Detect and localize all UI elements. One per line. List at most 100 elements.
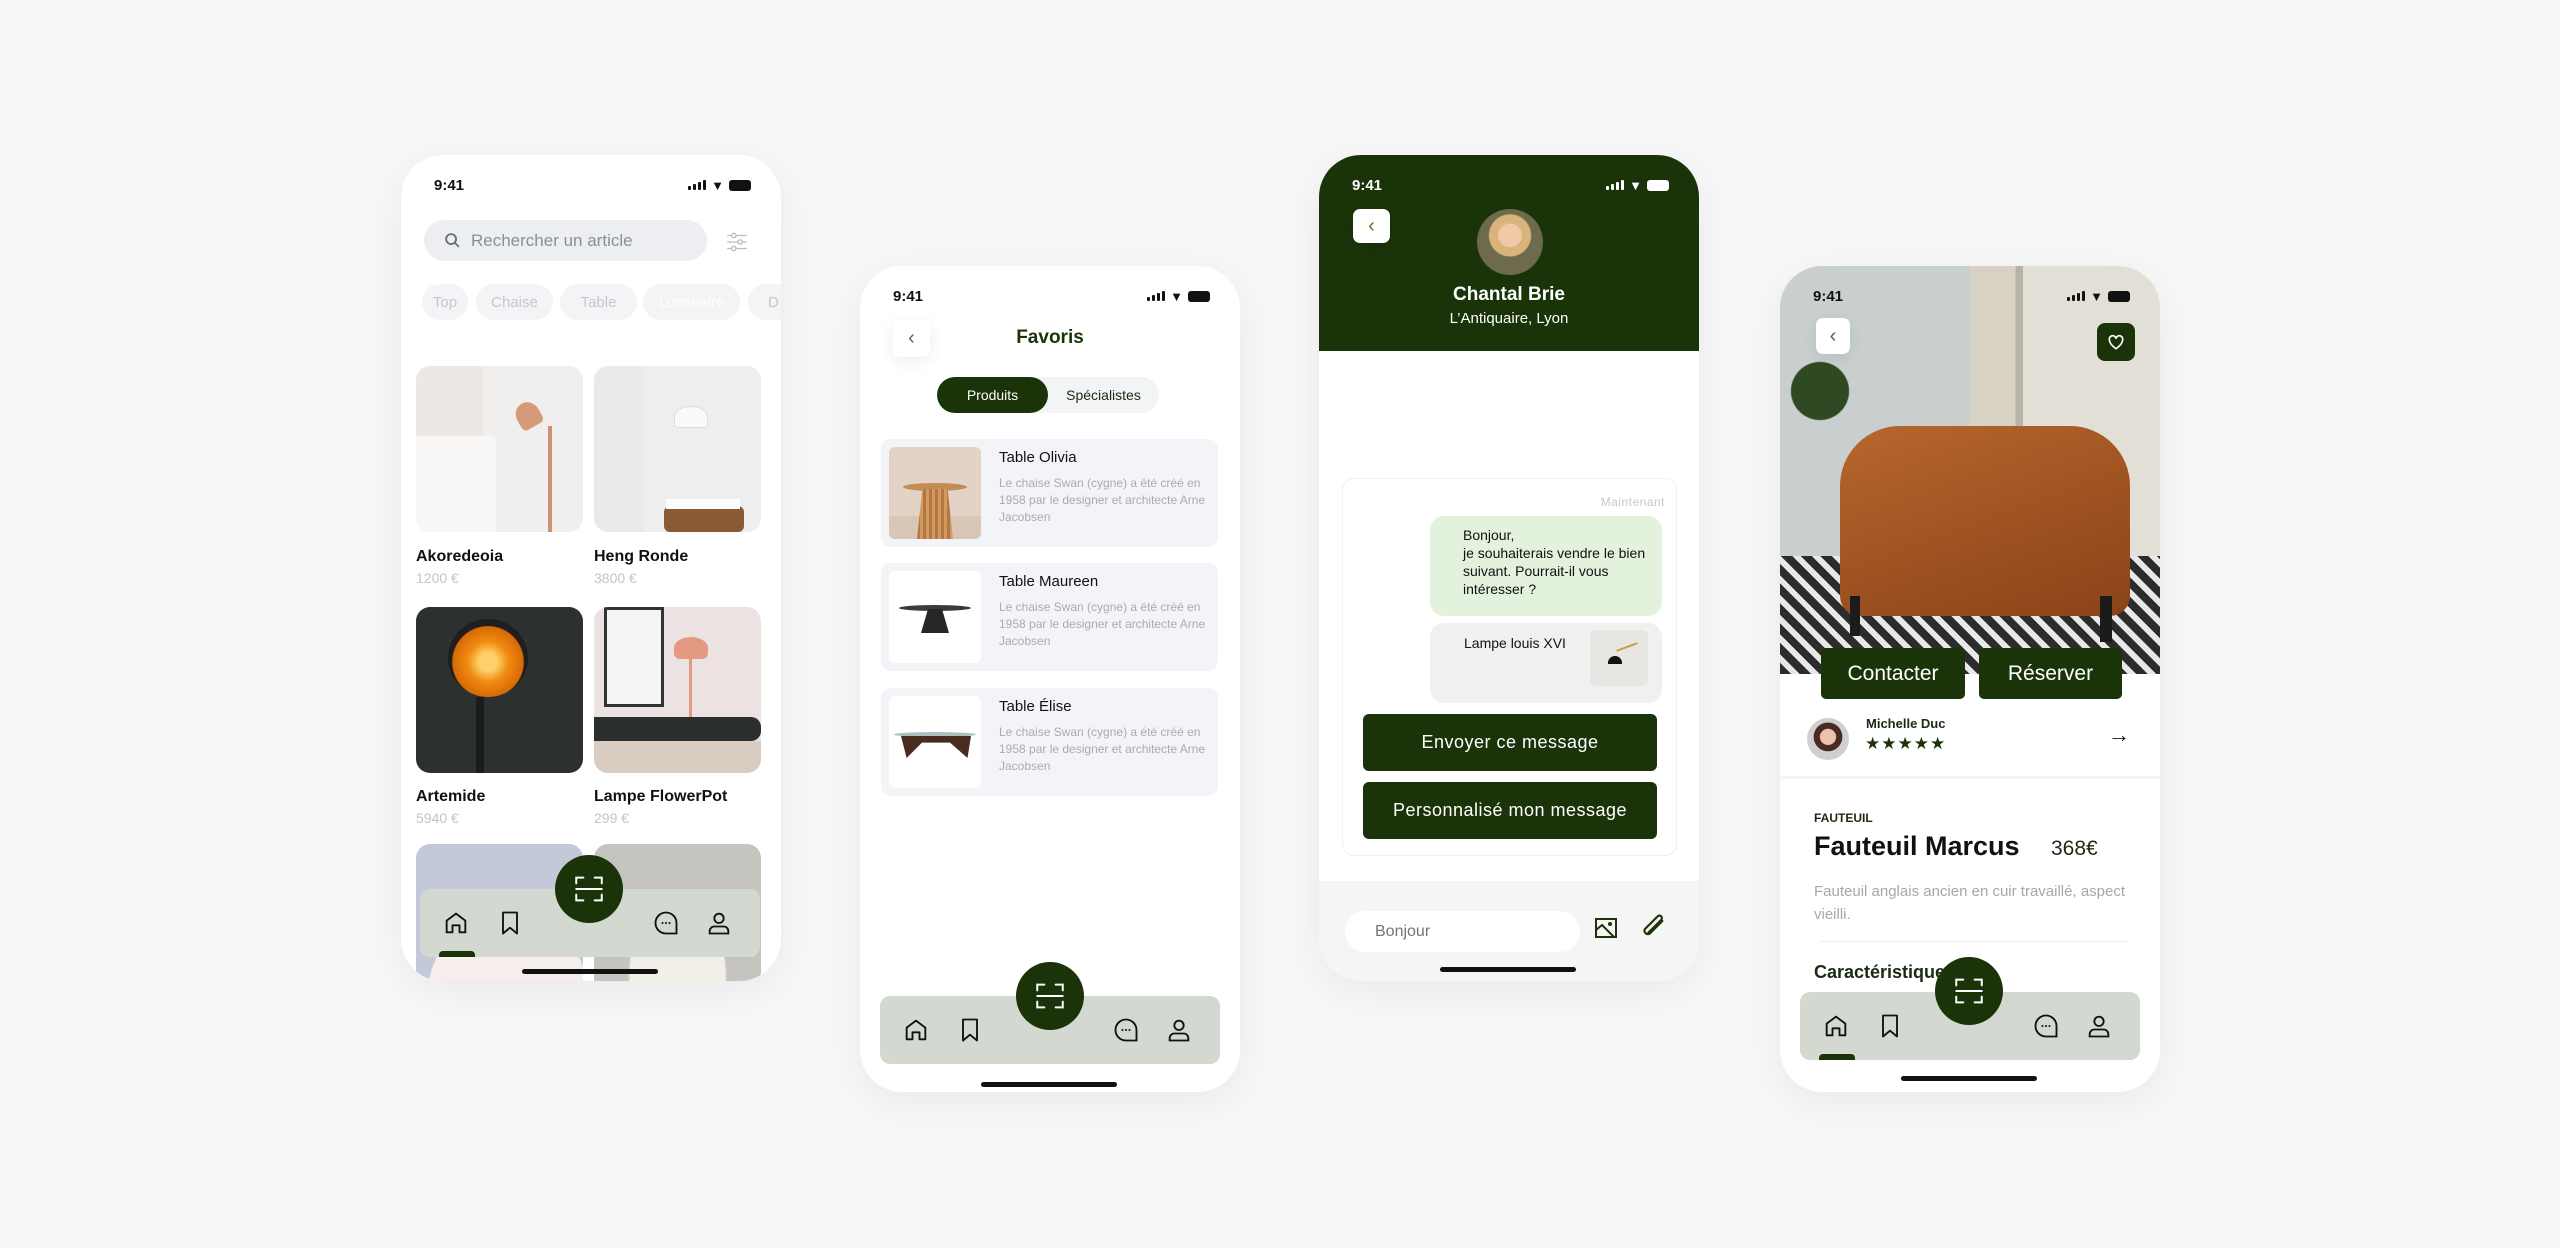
home-indicator xyxy=(1901,1076,2037,1081)
status-time: 9:41 xyxy=(893,287,924,305)
signal-icon xyxy=(2067,291,2086,301)
item-thumbnail xyxy=(889,447,981,539)
status-time: 9:41 xyxy=(1813,287,1844,305)
phone-product-screen: 9:41 ▼ ‹ Contacter Réserver Michelle Duc… xyxy=(1780,266,2160,1092)
message-input[interactable] xyxy=(1345,911,1580,952)
signal-icon xyxy=(1147,291,1166,301)
phone-home-screen: 9:41 ▼ Rechercher un article Top Chaise … xyxy=(401,155,781,981)
search-input[interactable]: Rechercher un article xyxy=(424,220,707,261)
back-button[interactable]: ‹ xyxy=(1816,318,1850,354)
bookmark-icon[interactable] xyxy=(496,909,524,937)
product-name: Akoredeoia xyxy=(416,548,504,565)
item-description: Le chaise Swan (cygne) a été créé en 195… xyxy=(999,476,1206,524)
chip-chaise[interactable]: Chaise xyxy=(476,284,553,320)
product-image-lampe-flowerpot[interactable] xyxy=(594,607,761,773)
status-time: 9:41 xyxy=(1352,176,1383,194)
chat-icon[interactable] xyxy=(2032,1012,2060,1040)
favorite-item[interactable]: Table Maureen Le chaise Swan (cygne) a é… xyxy=(881,563,1218,671)
product-image-artemide[interactable] xyxy=(416,607,583,773)
contact-button[interactable]: Contacter xyxy=(1821,648,1965,699)
status-bar: 9:41 ▼ xyxy=(1813,286,2130,306)
chevron-left-icon: ‹ xyxy=(1829,324,1837,347)
message-bubble: Bonjour, je souhaiterais vendre le bien … xyxy=(1430,516,1662,616)
bookmark-icon[interactable] xyxy=(956,1016,984,1044)
home-icon[interactable] xyxy=(1822,1012,1850,1040)
status-icons: ▼ xyxy=(2067,289,2130,304)
back-button[interactable]: ‹ xyxy=(1353,209,1390,243)
chip-table[interactable]: Table xyxy=(560,284,637,320)
heart-icon xyxy=(2108,334,2124,350)
signal-icon xyxy=(1606,180,1625,190)
home-icon[interactable] xyxy=(442,909,470,937)
battery-icon xyxy=(2108,290,2130,302)
favorite-button[interactable] xyxy=(2097,323,2135,361)
arrow-right-icon[interactable]: → xyxy=(2108,722,2130,748)
home-indicator xyxy=(981,1082,1117,1087)
page-title: Favoris xyxy=(1016,327,1084,348)
product-price: 5940 € xyxy=(416,810,459,826)
wifi-icon: ▼ xyxy=(711,177,724,193)
reserve-button[interactable]: Réserver xyxy=(1979,648,2122,699)
attachment-bubble[interactable]: Lampe louis XVI xyxy=(1430,623,1662,703)
product-description: Fauteuil anglais ancien en cuir travaill… xyxy=(1814,883,2126,923)
bookmark-icon[interactable] xyxy=(1876,1012,1904,1040)
item-title: Table Olivia xyxy=(999,449,1077,466)
favorite-item[interactable]: Table Élise Le chaise Swan (cygne) a été… xyxy=(881,688,1218,796)
chevron-left-icon: ‹ xyxy=(1368,214,1375,237)
profile-icon[interactable] xyxy=(1165,1016,1193,1044)
home-indicator xyxy=(522,969,658,974)
home-icon[interactable] xyxy=(902,1016,930,1044)
contact-name: Chantal Brie xyxy=(1453,284,1565,305)
contact-avatar xyxy=(1477,209,1543,275)
status-bar: 9:41 ▼ xyxy=(893,286,1210,306)
signal-icon xyxy=(688,180,707,190)
product-price: 368€ xyxy=(2051,837,2098,860)
item-description: Le chaise Swan (cygne) a été créé en 195… xyxy=(999,725,1206,773)
phone-favorites-screen: 9:41 ▼ ‹ Favoris Produits Spécialistes T… xyxy=(860,266,1240,1092)
search-placeholder: Rechercher un article xyxy=(471,230,633,250)
segmented-control: Produits Spécialistes xyxy=(937,377,1159,413)
product-price: 3800 € xyxy=(594,570,637,586)
send-message-button[interactable]: Envoyer ce message xyxy=(1363,714,1657,771)
chip-top[interactable]: Top xyxy=(422,284,468,320)
chat-icon[interactable] xyxy=(1112,1016,1140,1044)
scan-icon xyxy=(1033,979,1067,1013)
product-title: Fauteuil Marcus xyxy=(1814,831,2020,861)
chip-more[interactable]: D xyxy=(748,284,781,320)
message-timestamp: Maintenant xyxy=(1600,495,1665,509)
tab-produits[interactable]: Produits xyxy=(937,377,1048,413)
scan-button[interactable] xyxy=(1935,957,2003,1025)
profile-icon[interactable] xyxy=(705,909,733,937)
battery-icon xyxy=(1188,290,1210,302)
product-image-akoredeoia[interactable] xyxy=(416,366,583,532)
product-name: Heng Ronde xyxy=(594,548,689,565)
product-name: Lampe FlowerPot xyxy=(594,788,728,805)
product-image-heng-ronde[interactable] xyxy=(594,366,761,532)
divider xyxy=(1780,776,2160,779)
scan-button[interactable] xyxy=(555,855,623,923)
chat-icon[interactable] xyxy=(652,909,680,937)
chip-luminaire-active[interactable]: Luminaire xyxy=(643,284,740,320)
image-icon[interactable] xyxy=(1594,916,1618,940)
customize-message-button[interactable]: Personnalisé mon message xyxy=(1363,782,1657,839)
seller-rating-stars: ★★★★★ xyxy=(1865,734,1946,754)
profile-icon[interactable] xyxy=(2085,1012,2113,1040)
status-bar: 9:41 ▼ xyxy=(1352,175,1669,195)
home-indicator xyxy=(1440,967,1576,972)
scan-button[interactable] xyxy=(1016,962,1084,1030)
phone-chat-screen: 9:41 ▼ ‹ Chantal Brie L’Antiquaire, Lyon… xyxy=(1319,155,1699,981)
battery-icon xyxy=(729,179,751,191)
status-bar: 9:41 ▼ xyxy=(434,175,751,195)
status-icons: ▼ xyxy=(688,178,751,193)
paperclip-icon[interactable] xyxy=(1639,914,1667,942)
favorite-item[interactable]: Table Olivia Le chaise Swan (cygne) a ét… xyxy=(881,439,1218,547)
contact-subtitle: L’Antiquaire, Lyon xyxy=(1449,310,1569,327)
wifi-icon: ▼ xyxy=(1170,288,1183,304)
seller-avatar[interactable] xyxy=(1807,718,1849,760)
wifi-icon: ▼ xyxy=(2090,288,2103,304)
search-icon xyxy=(445,233,460,248)
section-title: Caractéristiques xyxy=(1814,962,1956,982)
filter-icon[interactable] xyxy=(724,229,750,255)
tab-specialistes[interactable]: Spécialistes xyxy=(1048,377,1159,413)
scan-icon xyxy=(572,872,606,906)
